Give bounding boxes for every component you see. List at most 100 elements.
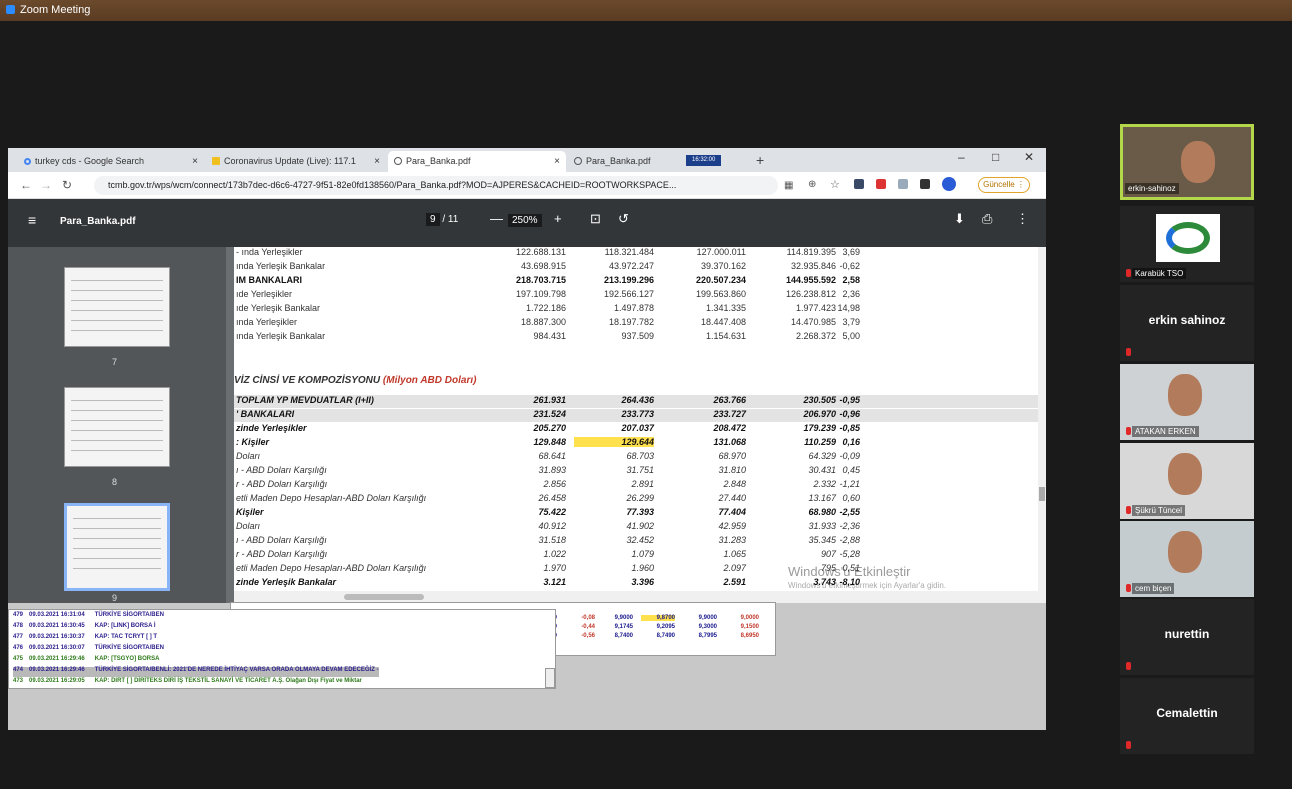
- sidebar-scrollbar[interactable]: [226, 247, 234, 603]
- page-indicator[interactable]: 9 / 11: [426, 213, 458, 226]
- news-time: 09.03.2021 16:30:45: [29, 623, 85, 629]
- news-time: 09.03.2021 16:29:46: [29, 656, 85, 662]
- vertical-scrollbar[interactable]: [1038, 247, 1046, 591]
- table-cell: -0,85: [839, 423, 860, 433]
- update-button[interactable]: Güncelle ⋮: [978, 177, 1030, 193]
- globe-icon: [394, 157, 402, 165]
- table-cell: 218.703.715: [515, 275, 566, 285]
- table-row: etli Maden Depo Hesapları-ABD Doları Kar…: [234, 493, 1038, 506]
- news-text: TÜRKİYE SİGORTA/BEN: [94, 612, 164, 618]
- back-icon[interactable]: ←: [20, 178, 32, 192]
- more-options-icon[interactable]: ⋮: [1016, 211, 1029, 227]
- pdf-page-content: VİZ CİNSİ VE KOMPOZİSYONU (Milyon ABD Do…: [234, 247, 1038, 591]
- row-label: : Kişiler: [236, 437, 270, 447]
- extension-icon[interactable]: [876, 179, 886, 189]
- tab-para-banka-active[interactable]: Para_Banka.pdf ×: [388, 151, 566, 172]
- page-thumbnail-selected[interactable]: [64, 503, 170, 591]
- news-row[interactable]: 475 09.03.2021 16:29:46 KAP: [TSGYO] BORSA: [13, 656, 159, 666]
- minimize-icon[interactable]: –: [958, 150, 965, 164]
- table-cell: 31.893: [538, 465, 566, 475]
- tab-coronavirus[interactable]: Coronavirus Update (Live): 117.1 ×: [206, 151, 386, 172]
- window-close-icon[interactable]: ✕: [1024, 150, 1034, 164]
- url-field[interactable]: tcmb.gov.tr/wps/wcm/connect/173b7dec-d6c…: [94, 176, 778, 195]
- participant-tile[interactable]: ATAKAN ERKEN: [1120, 364, 1254, 440]
- participant-tile[interactable]: cem biçen: [1120, 521, 1254, 597]
- extension-icon[interactable]: [898, 179, 908, 189]
- zoom-level-input[interactable]: 250%: [508, 214, 542, 227]
- muted-mic-icon: [1126, 506, 1131, 514]
- zoom-icon[interactable]: ⊕: [808, 179, 816, 190]
- participant-tile[interactable]: erkin-sahinoz: [1120, 124, 1254, 200]
- section-unit: (Milyon ABD Doları): [382, 375, 477, 386]
- news-row[interactable]: 476 09.03.2021 16:30:07 TÜRKİYE SİGORTA/BE…: [13, 645, 164, 655]
- download-icon[interactable]: ⬇: [954, 211, 965, 227]
- table-row: Doları 40.912 41.902 42.959 31.933 -2,36: [234, 521, 1038, 534]
- news-text: TÜRKİYE SİGORTA/BEN: [94, 645, 164, 651]
- row-label: Doları: [236, 521, 261, 531]
- table-cell: 1.022: [543, 549, 566, 559]
- scrollbar-thumb[interactable]: [1039, 487, 1045, 501]
- close-tab-icon[interactable]: ×: [374, 151, 380, 172]
- participant-tile[interactable]: nurettin: [1120, 599, 1254, 675]
- forward-icon[interactable]: →: [40, 178, 52, 192]
- tab-google-search[interactable]: turkey cds - Google Search ×: [18, 151, 204, 172]
- menu-icon[interactable]: ≡: [28, 212, 36, 228]
- participant-tile[interactable]: Şükrü Tüncel: [1120, 443, 1254, 519]
- scrollbar-thumb[interactable]: [344, 594, 424, 600]
- tab-para-banka[interactable]: Para_Banka.pdf 16:32:00: [568, 151, 748, 172]
- extensions-puzzle-icon[interactable]: [920, 179, 930, 189]
- news-number: 473: [13, 678, 24, 684]
- table-cell: 984.431: [533, 331, 566, 341]
- table-cell: 2,58: [842, 275, 860, 285]
- table-row: ı - ABD Doları Karşılığı 31.893 31.751 31.8…: [234, 465, 1038, 478]
- maximize-icon[interactable]: □: [992, 150, 999, 164]
- news-time: 09.03.2021 16:30:07: [29, 645, 85, 651]
- bookmark-star-icon[interactable]: ☆: [830, 178, 840, 191]
- table-row: : Kişiler 129.848 129.644 131.068 110.259 0,1…: [234, 437, 1038, 450]
- table-cell: 3.396: [631, 577, 654, 587]
- zoom-in-icon[interactable]: +: [554, 211, 562, 226]
- table-cell: 192.566.127: [603, 289, 654, 299]
- quote-cell: 9,1500: [740, 624, 759, 630]
- table-cell: 5,00: [842, 331, 860, 341]
- row-label: IM BANKALARI: [236, 275, 302, 285]
- news-scrollbar[interactable]: [545, 668, 555, 688]
- row-label: ' BANKALARI: [236, 409, 295, 419]
- zoom-out-icon[interactable]: —: [490, 211, 503, 226]
- table-cell: 18.197.782: [608, 317, 654, 327]
- news-row[interactable]: 473 09.03.2021 16:29:05 KAP: DIRT [ ] DİRİ…: [13, 678, 362, 688]
- close-tab-icon[interactable]: ×: [192, 151, 198, 172]
- participant-tile[interactable]: Cemalettin: [1120, 678, 1254, 754]
- rotate-icon[interactable]: ↺: [618, 211, 629, 227]
- news-number: 477: [13, 634, 24, 640]
- news-text: KAP: TAC TCRYT [ ] T: [94, 634, 158, 640]
- new-tab-icon[interactable]: +: [756, 152, 764, 168]
- close-tab-icon[interactable]: ×: [554, 151, 560, 172]
- news-row[interactable]: 474 09.03.2021 16:29:46 TÜRKİYE SİGORTA/BE…: [13, 667, 379, 677]
- address-bar-row: ← → ↻ tcmb.gov.tr/wps/wcm/connect/173b7d…: [8, 172, 1046, 199]
- participant-tile[interactable]: Karabük TSO: [1120, 206, 1254, 282]
- news-number: 476: [13, 645, 24, 651]
- table-row: - ında Yerleşikler 122.688.131 118.321.484…: [234, 247, 1038, 260]
- table-cell: 1.960: [631, 563, 654, 573]
- fit-page-icon[interactable]: ⊡: [590, 211, 601, 227]
- news-row[interactable]: 478 09.03.2021 16:30:45 KAP: [LINK] BORSA …: [13, 623, 156, 633]
- table-cell: 1.079: [631, 549, 654, 559]
- muted-mic-icon: [1126, 427, 1131, 435]
- profile-avatar-icon[interactable]: [942, 177, 956, 191]
- participant-tile[interactable]: erkin sahinoz: [1120, 285, 1254, 361]
- page-number-input[interactable]: 9: [426, 213, 440, 226]
- print-icon[interactable]: ⎙: [982, 211, 992, 227]
- table-cell: 39.370.162: [700, 261, 746, 271]
- table-cell: 18.447.408: [700, 317, 746, 327]
- page-thumbnail[interactable]: [64, 387, 170, 467]
- extension-icon[interactable]: [854, 179, 864, 189]
- table-cell: -0,95: [839, 395, 860, 405]
- table-cell: -1,21: [839, 479, 860, 489]
- table-cell: 1.970: [543, 563, 566, 573]
- page-thumbnail[interactable]: [64, 267, 170, 347]
- translate-icon[interactable]: ▦: [784, 180, 793, 191]
- news-row[interactable]: 479 09.03.2021 16:31:04 TÜRKİYE SİGORTA/BE…: [13, 612, 164, 622]
- reload-icon[interactable]: ↻: [62, 178, 72, 192]
- news-row[interactable]: 477 09.03.2021 16:30:37 KAP: TAC TCRYT [ ]…: [13, 634, 157, 644]
